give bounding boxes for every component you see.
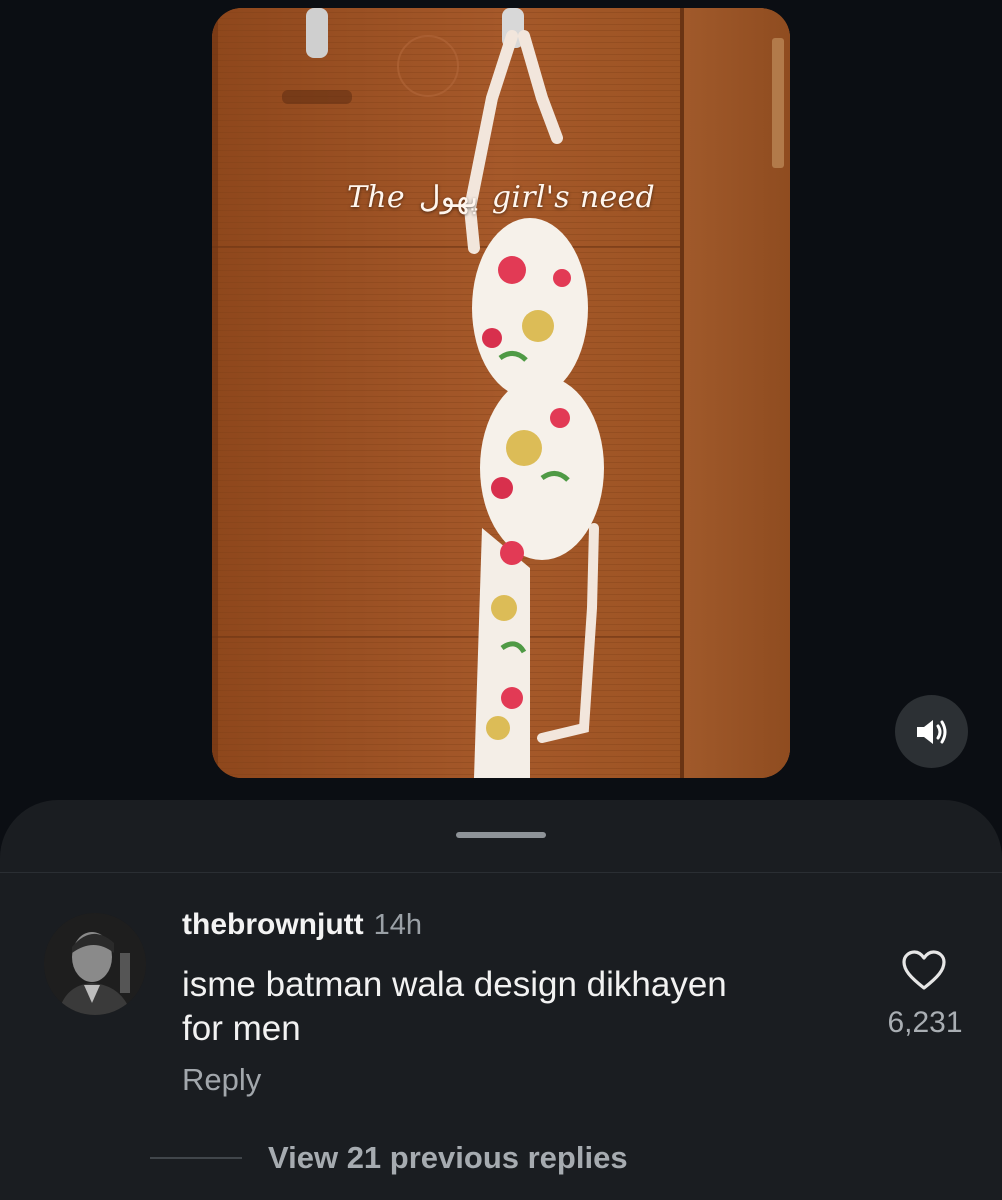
like-button[interactable] [900,948,948,992]
video-frame [212,8,790,778]
comment-text-line: isme batman wala design dikhayen [182,965,727,1004]
sheet-drag-handle[interactable] [456,832,546,838]
caption-urdu-word: پھول [418,180,479,215]
comment-header: thebrownjutt 14h [182,908,422,944]
caption-prefix: The [346,180,405,215]
caption-suffix: girl's need [491,180,656,215]
reply-button[interactable]: Reply [182,1062,261,1098]
screen: The پھول girl's need thebrownjutt 14h is… [0,0,1002,1200]
comments-sheet: thebrownjutt 14h isme batman wala design… [0,800,1002,1200]
comment-text: isme batman wala design dikhayen for men [182,963,842,1051]
heart-outline-icon [902,950,946,990]
avatar-image [44,913,146,1015]
comment-timestamp: 14h [373,909,423,941]
speaker-on-icon [916,719,946,744]
comment-text-line: for men [182,1009,301,1048]
video-post[interactable]: The پھول girl's need [212,8,790,778]
video-caption-overlay: The پھول girl's need [212,180,790,215]
view-replies-button[interactable]: View 21 previous replies [268,1140,628,1176]
view-replies-row[interactable]: View 21 previous replies [150,1136,628,1180]
sheet-divider [0,872,1002,873]
avatar[interactable] [44,913,146,1015]
replies-divider-line [150,1157,242,1159]
like-count: 6,231 [887,1006,963,1039]
sound-toggle-button[interactable] [895,695,968,768]
comment-username[interactable]: thebrownjutt [182,908,364,942]
